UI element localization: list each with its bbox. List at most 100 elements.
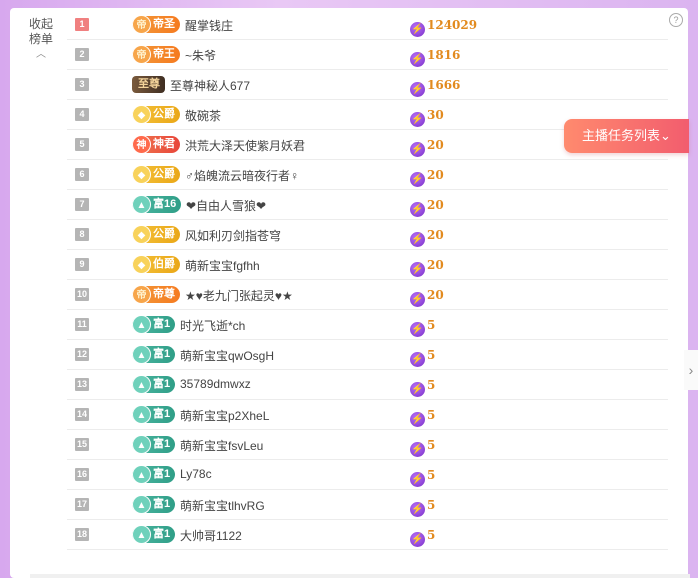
level-badge: ▲ 富1 [132,525,176,544]
score-value: 20 [427,138,444,152]
user-name[interactable]: 时光飞逝*ch [180,317,245,334]
user-name[interactable]: 35789dmwxz [180,377,251,391]
score-value: 5 [427,318,436,332]
user-name[interactable]: 风如利刃剑指苍穹 [185,227,281,244]
lightning-icon: ⚡ [410,172,425,187]
badge-label: 帝圣 [153,18,175,30]
table-row[interactable]: 2 帝帝王 ~朱爷 ⚡ 1816 [67,40,668,70]
user-name[interactable]: 萌新宝宝p2XheL [180,407,269,424]
user-name[interactable]: 大帅哥1122 [180,527,242,544]
score: ⚡ 5 [410,406,435,427]
user-name[interactable]: ~朱爷 [185,47,216,64]
lightning-icon: ⚡ [410,22,425,37]
level-badge: ◆ 公爵 [132,105,180,124]
score: ⚡ 124029 [410,16,477,37]
score: ⚡ 20 [410,196,444,217]
level-badge: ◆ 伯爵 [132,255,180,274]
collapse-leaderboard-button[interactable]: 收起 榜单 ︿ [28,17,54,61]
rank-number: 11 [75,318,89,331]
streamer-task-list-button[interactable]: 主播任务列表⌄ [564,119,689,153]
badge-label: 富16 [153,198,177,210]
badge-label: 公爵 [153,108,175,120]
score-value: 5 [427,378,436,392]
score: ⚡ 5 [410,526,435,547]
rank-number: 17 [75,498,89,511]
table-row[interactable]: 17 ▲ 富1 萌新宝宝tlhvRG ⚡ 5 [67,490,668,520]
table-row[interactable]: 12 ▲ 富1 萌新宝宝qwOsgH ⚡ 5 [67,340,668,370]
score-value: 20 [427,258,444,272]
level-badge: ▲ 富1 [132,375,176,394]
table-row[interactable]: 13 ▲ 富1 35789dmwxz ⚡ 5 [67,370,668,400]
badge-label: 帝王 [153,48,175,60]
badge-emblem-icon: ▲ [132,465,151,484]
user-name[interactable]: ★♥老九门张起灵♥★ [185,287,293,304]
score: ⚡ 20 [410,136,444,157]
user-name[interactable]: 敬碗茶 [185,107,221,124]
collapse-label-bottom: 榜单 [28,32,53,46]
user-name[interactable]: 萌新宝宝fgfhh [185,257,260,274]
score-value: 30 [427,108,444,122]
user-name[interactable]: 萌新宝宝fsvLeu [180,437,263,454]
table-row[interactable]: 11 ▲ 富1 时光飞逝*ch ⚡ 5 [67,310,668,340]
table-row[interactable]: 15 ▲ 富1 萌新宝宝fsvLeu ⚡ 5 [67,430,668,460]
level-badge: ▲ 富1 [132,345,176,364]
table-row[interactable]: 1 帝帝圣 醒掌钱庄 ⚡ 124029 [67,10,668,40]
chevron-up-icon: ︿ [36,49,46,60]
user-name[interactable]: 醒掌钱庄 [185,17,233,34]
badge-label: 富1 [153,378,171,390]
lightning-icon: ⚡ [410,412,425,427]
table-row[interactable]: 8 ◆ 公爵 风如利刃剑指苍穹 ⚡ 20 [67,220,668,250]
rank-number: 1 [75,18,89,31]
level-badge: ▲ 富16 [132,195,182,214]
user-name[interactable]: ♂焰魄流云暗夜行者♀ [185,167,299,184]
user-name[interactable]: Ly78c [180,467,212,481]
lightning-icon: ⚡ [410,532,425,547]
level-badge: ▲ 富1 [132,495,176,514]
user-name[interactable]: 萌新宝宝tlhvRG [180,497,265,514]
table-row[interactable]: 16 ▲ 富1 Ly78c ⚡ 5 [67,460,668,490]
table-row[interactable]: 10 帝帝尊 ★♥老九门张起灵♥★ ⚡ 20 [67,280,668,310]
badge-label: 富1 [153,318,171,330]
level-badge: ▲ 富1 [132,465,176,484]
rank-number: 16 [75,468,89,481]
level-badge: 至尊 [132,76,165,93]
table-row[interactable]: 9 ◆ 伯爵 萌新宝宝fgfhh ⚡ 20 [67,250,668,280]
badge-emblem-icon: ◆ [132,165,151,184]
table-row[interactable]: 6 ◆ 公爵 ♂焰魄流云暗夜行者♀ ⚡ 20 [67,160,668,190]
level-badge: ▲ 富1 [132,405,176,424]
badge-emblem-icon: ▲ [132,495,151,514]
badge-label: 公爵 [153,228,175,240]
rank-number: 4 [75,108,89,121]
score-value: 5 [427,348,436,362]
level-badge: ◆ 公爵 [132,165,180,184]
user-name[interactable]: 洪荒大泽天使紫月妖君 [185,137,305,154]
task-button-label: 主播任务列表 [582,128,661,143]
badge-emblem-icon: ▲ [132,375,151,394]
rank-number: 2 [75,48,89,61]
user-name[interactable]: ❤自由人雪狼❤ [186,197,266,214]
user-name[interactable]: 至尊神秘人677 [170,77,250,94]
score: ⚡ 20 [410,226,444,247]
lightning-icon: ⚡ [410,262,425,277]
lightning-icon: ⚡ [410,502,425,517]
badge-emblem-icon: ◆ [132,225,151,244]
badge-label: 富1 [153,528,171,540]
table-row[interactable]: 7 ▲ 富16 ❤自由人雪狼❤ ⚡ 20 [67,190,668,220]
score: ⚡ 5 [410,496,435,517]
lightning-icon: ⚡ [410,352,425,367]
help-icon[interactable]: ? [669,13,683,27]
lightning-icon: ⚡ [410,142,425,157]
table-row[interactable]: 18 ▲ 富1 大帅哥1122 ⚡ 5 [67,520,668,550]
badge-emblem-icon: 帝 [132,45,151,64]
badge-emblem-icon: ▲ [132,195,151,214]
chevron-right-icon[interactable]: › [684,350,698,390]
badge-emblem-icon: 帝 [132,15,151,34]
user-name[interactable]: 萌新宝宝qwOsgH [180,347,274,364]
badge-label: 伯爵 [153,258,175,270]
leaderboard-list: 1 帝帝圣 醒掌钱庄 ⚡ 124029 2 帝帝王 ~朱爷 ⚡ 1816 3 至尊 至尊神秘人677 ⚡ 1… [67,10,668,550]
table-row[interactable]: 3 至尊 至尊神秘人677 ⚡ 1666 [67,70,668,100]
score: ⚡ 5 [410,376,436,397]
table-row[interactable]: 14 ▲ 富1 萌新宝宝p2XheL ⚡ 5 [67,400,668,430]
lightning-icon: ⚡ [410,442,425,457]
score-value: 5 [427,438,436,452]
